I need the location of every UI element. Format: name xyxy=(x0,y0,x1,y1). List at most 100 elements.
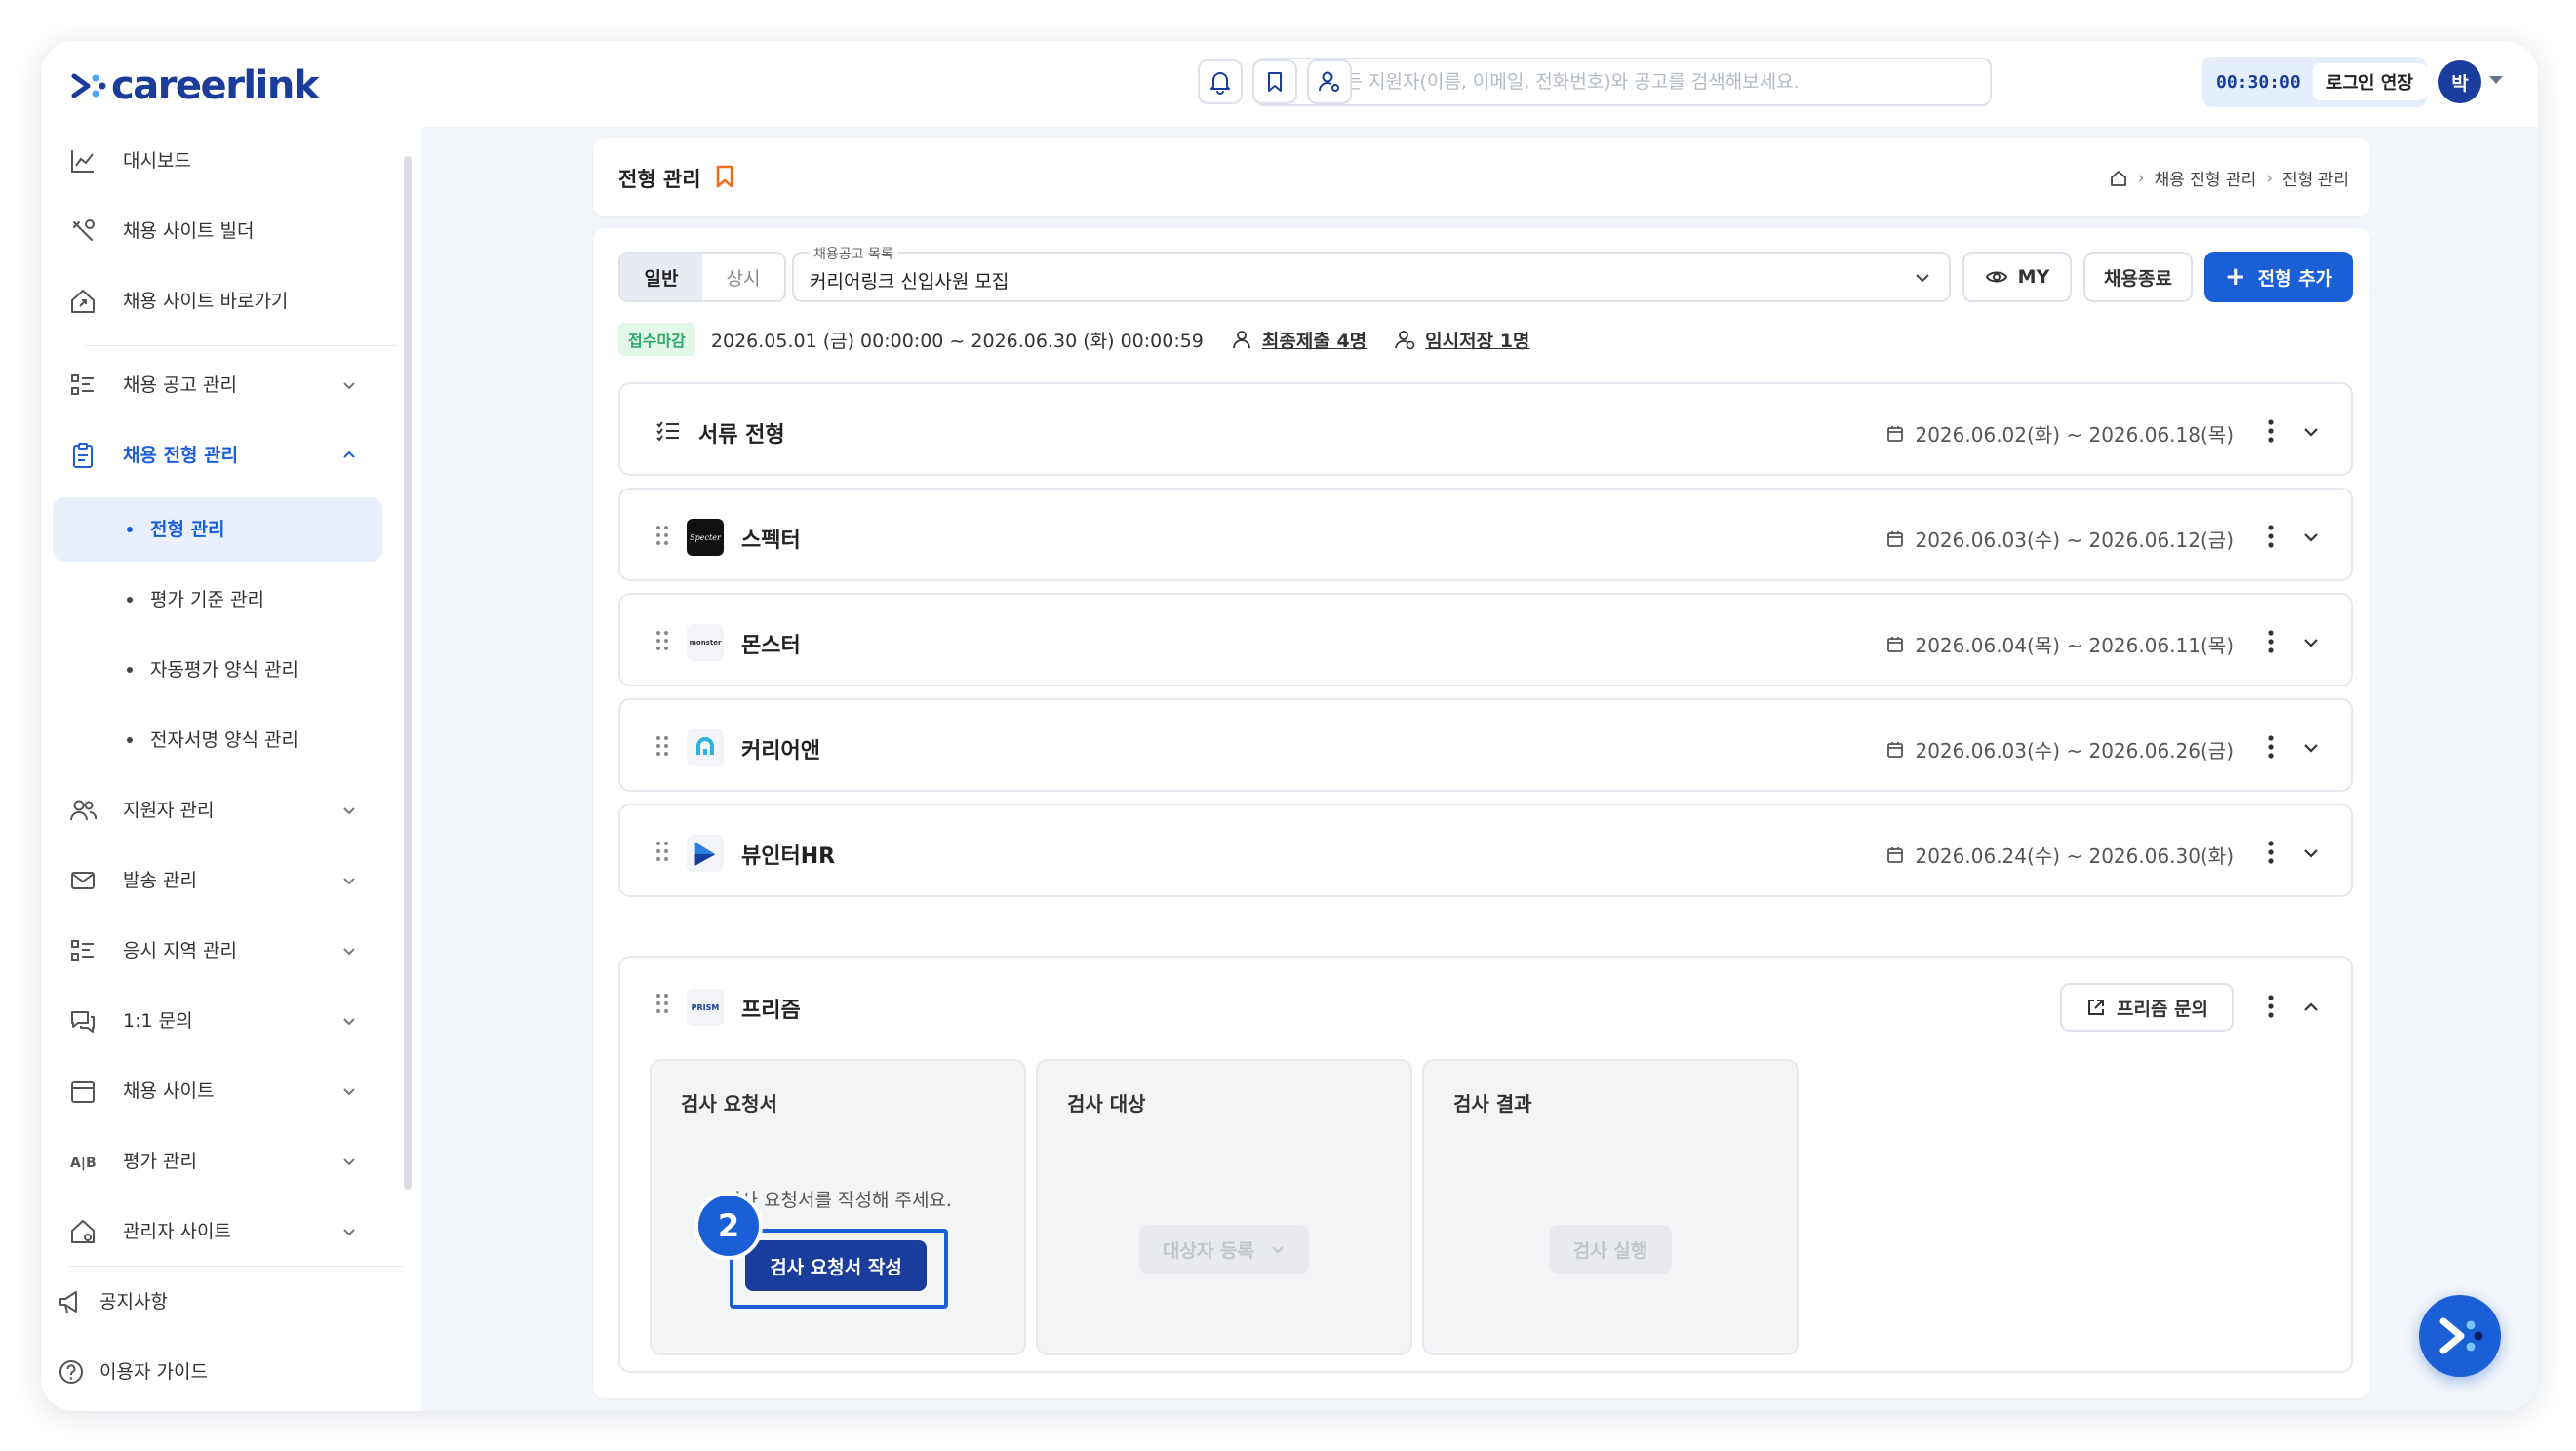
add-step-label: 전형 추가 xyxy=(2257,267,2333,290)
sidebar-item-label: 응시 지역 관리 xyxy=(123,940,237,961)
job-posting-select[interactable]: 채용공고 목록 커리어링크 신입사원 모집 xyxy=(792,244,1951,302)
chevron-down-icon[interactable] xyxy=(2300,632,2321,653)
global-search[interactable] xyxy=(1254,58,1992,106)
sidebar-item-site-shortcut[interactable]: 채용 사이트 바로가기 xyxy=(53,269,382,333)
chevron-down-icon[interactable] xyxy=(2300,527,2321,548)
chevron-up-icon xyxy=(343,451,355,458)
end-recruit-button[interactable]: 채용종료 xyxy=(2083,252,2193,302)
run-test-button[interactable]: 검사 실행 xyxy=(1549,1225,1672,1274)
megaphone-icon xyxy=(57,1287,86,1316)
step-row[interactable]: Specter 스펙터 2026.06.03(수) ~ 2026.06.12(금… xyxy=(618,488,2353,581)
chevron-down-icon[interactable] xyxy=(2300,737,2321,759)
more-icon[interactable] xyxy=(2267,417,2275,445)
notification-button[interactable] xyxy=(1198,59,1243,104)
tab-regular[interactable]: 상시 xyxy=(702,254,784,300)
caret-down-icon[interactable] xyxy=(2489,76,2503,84)
add-step-button[interactable]: + 전형 추가 xyxy=(2204,252,2353,302)
step-period-text: 2026.06.24(수) ~ 2026.06.30(화) xyxy=(1915,844,2234,868)
sidebar-item-label: 관리자 사이트 xyxy=(123,1221,231,1242)
drag-handle-icon[interactable] xyxy=(655,630,669,651)
more-icon[interactable] xyxy=(2267,839,2275,866)
sidebar-item-inquiry[interactable]: 1:1 문의 xyxy=(53,989,382,1053)
more-icon[interactable] xyxy=(2267,523,2275,550)
brand-logo[interactable]: careerlink xyxy=(70,66,319,105)
sidebar-item-sending[interactable]: 발송 관리 xyxy=(53,848,382,913)
sidebar-divider xyxy=(70,1266,402,1267)
drag-handle-icon[interactable] xyxy=(655,735,669,757)
register-target-button[interactable]: 대상자 등록 xyxy=(1138,1225,1310,1274)
home-icon[interactable] xyxy=(2109,169,2128,188)
checklist-icon xyxy=(656,421,679,442)
bookmark-icon[interactable] xyxy=(714,164,735,189)
chevron-down-icon[interactable] xyxy=(2300,421,2321,443)
breadcrumb-item[interactable]: 채용 전형 관리 xyxy=(2155,166,2257,190)
prism-inquiry-button[interactable]: 프리즘 문의 xyxy=(2060,983,2234,1032)
bookmark-button[interactable] xyxy=(1252,59,1297,104)
chat-fab-button[interactable] xyxy=(2419,1295,2501,1377)
avatar[interactable]: 박 xyxy=(2438,60,2481,103)
user-settings-button[interactable] xyxy=(1307,59,1352,104)
sidebar-subitem-esign[interactable]: 전자서명 양식 관리 xyxy=(53,708,382,772)
chevron-up-icon[interactable] xyxy=(2300,997,2321,1018)
chevron-down-icon xyxy=(343,1018,355,1026)
sidebar-item-dashboard[interactable]: 대시보드 xyxy=(53,129,382,193)
temp-save-count: 임시저장 1명 xyxy=(1425,330,1530,352)
sidebar-item-screening[interactable]: 채용 전형 관리 xyxy=(53,423,382,488)
chevron-down-icon[interactable] xyxy=(2300,843,2321,864)
breadcrumb-separator: › xyxy=(2266,168,2274,188)
final-submit-link[interactable]: 최종제출 4명 xyxy=(1231,327,1367,353)
sidebar-item-job-posting[interactable]: 채용 공고 관리 xyxy=(53,353,382,417)
sidebar-subitem-criteria[interactable]: 평가 기준 관리 xyxy=(53,568,382,632)
bullet-icon xyxy=(127,597,133,603)
sidebar-item-evaluation[interactable]: A|B 평가 관리 xyxy=(53,1129,382,1194)
bell-icon xyxy=(1210,72,1230,95)
result-column: 검사 결과 검사 실행 xyxy=(1422,1059,1799,1355)
chart-icon xyxy=(68,146,98,176)
sidebar-item-exam-region[interactable]: 응시 지역 관리 xyxy=(53,919,382,983)
my-filter-button[interactable]: MY xyxy=(1962,252,2072,302)
sidebar-divider xyxy=(86,345,398,346)
write-request-button[interactable]: 검사 요청서 작성 xyxy=(745,1240,927,1291)
sidebar-item-label: 1:1 문의 xyxy=(123,1010,193,1032)
mail-icon xyxy=(68,866,98,895)
bullet-icon xyxy=(127,737,133,743)
calendar-icon xyxy=(68,1077,98,1106)
calendar-icon xyxy=(1887,530,1904,547)
more-icon[interactable] xyxy=(2267,993,2275,1020)
posting-period: 2026.05.01 (금) 00:00:00 ~ 2026.06.30 (화)… xyxy=(710,330,1204,352)
sidebar-item-label: 채용 사이트 빌더 xyxy=(123,220,255,242)
sidebar-subitem-auto-eval[interactable]: 자동평가 양식 관리 xyxy=(53,638,382,702)
step-row[interactable]: 서류 전형 2026.06.02(화) ~ 2026.06.18(목) xyxy=(618,382,2353,476)
sidebar-item-guide[interactable]: 이용자 가이드 xyxy=(41,1340,371,1404)
search-input[interactable] xyxy=(1328,71,1953,93)
sidebar-item-admin-site[interactable]: 관리자 사이트 xyxy=(53,1199,382,1264)
step-row[interactable]: monster 몬스터 2026.06.04(목) ~ 2026.06.11(목… xyxy=(618,593,2353,686)
chevron-down-icon xyxy=(343,1229,355,1236)
tab-general[interactable]: 일반 xyxy=(620,254,702,300)
sidebar-item-notice[interactable]: 공지사항 xyxy=(41,1270,371,1334)
step-period: 2026.06.03(수) ~ 2026.06.12(금) xyxy=(1885,525,2234,553)
temp-save-link[interactable]: 임시저장 1명 xyxy=(1394,327,1529,353)
sidebar-scrollbar[interactable] xyxy=(404,156,412,1190)
step-row[interactable]: 커리어앤 2026.06.03(수) ~ 2026.06.26(금) xyxy=(618,698,2353,792)
more-icon[interactable] xyxy=(2267,733,2275,761)
drag-handle-icon[interactable] xyxy=(655,993,669,1014)
breadcrumb: › 채용 전형 관리 › 전형 관리 xyxy=(2109,166,2349,190)
request-column: 검사 요청서 검사 요청서를 작성해 주세요. 검사 요청서 작성 2 xyxy=(650,1059,1026,1355)
tools-icon xyxy=(68,216,98,246)
drag-handle-icon[interactable] xyxy=(655,841,669,862)
sidebar-subitem-label: 평가 기준 관리 xyxy=(150,589,264,610)
sidebar-subitem-screening-manage[interactable]: 전형 관리 xyxy=(53,497,382,562)
sidebar-subitem-label: 전자서명 양식 관리 xyxy=(150,729,298,751)
sidebar: 대시보드 채용 사이트 빌더 채용 사이트 바로가기 채용 공고 관리 채용 전… xyxy=(41,127,421,1411)
sidebar-item-site-builder[interactable]: 채용 사이트 빌더 xyxy=(53,199,382,263)
drag-handle-icon[interactable] xyxy=(655,525,669,546)
sidebar-item-recruit-site[interactable]: 채용 사이트 xyxy=(53,1059,382,1123)
sidebar-subitem-label: 전형 관리 xyxy=(150,519,225,540)
sidebar-item-applicants[interactable]: 지원자 관리 xyxy=(53,778,382,843)
posting-status-row: 접수마감 2026.05.01 (금) 00:00:00 ~ 2026.06.3… xyxy=(618,320,1529,359)
users-icon xyxy=(68,796,98,825)
step-row[interactable]: 뷰인터HR 2026.06.24(수) ~ 2026.06.30(화) xyxy=(618,804,2353,897)
more-icon[interactable] xyxy=(2267,628,2275,655)
extend-login-button[interactable]: 로그인 연장 xyxy=(2312,63,2427,100)
